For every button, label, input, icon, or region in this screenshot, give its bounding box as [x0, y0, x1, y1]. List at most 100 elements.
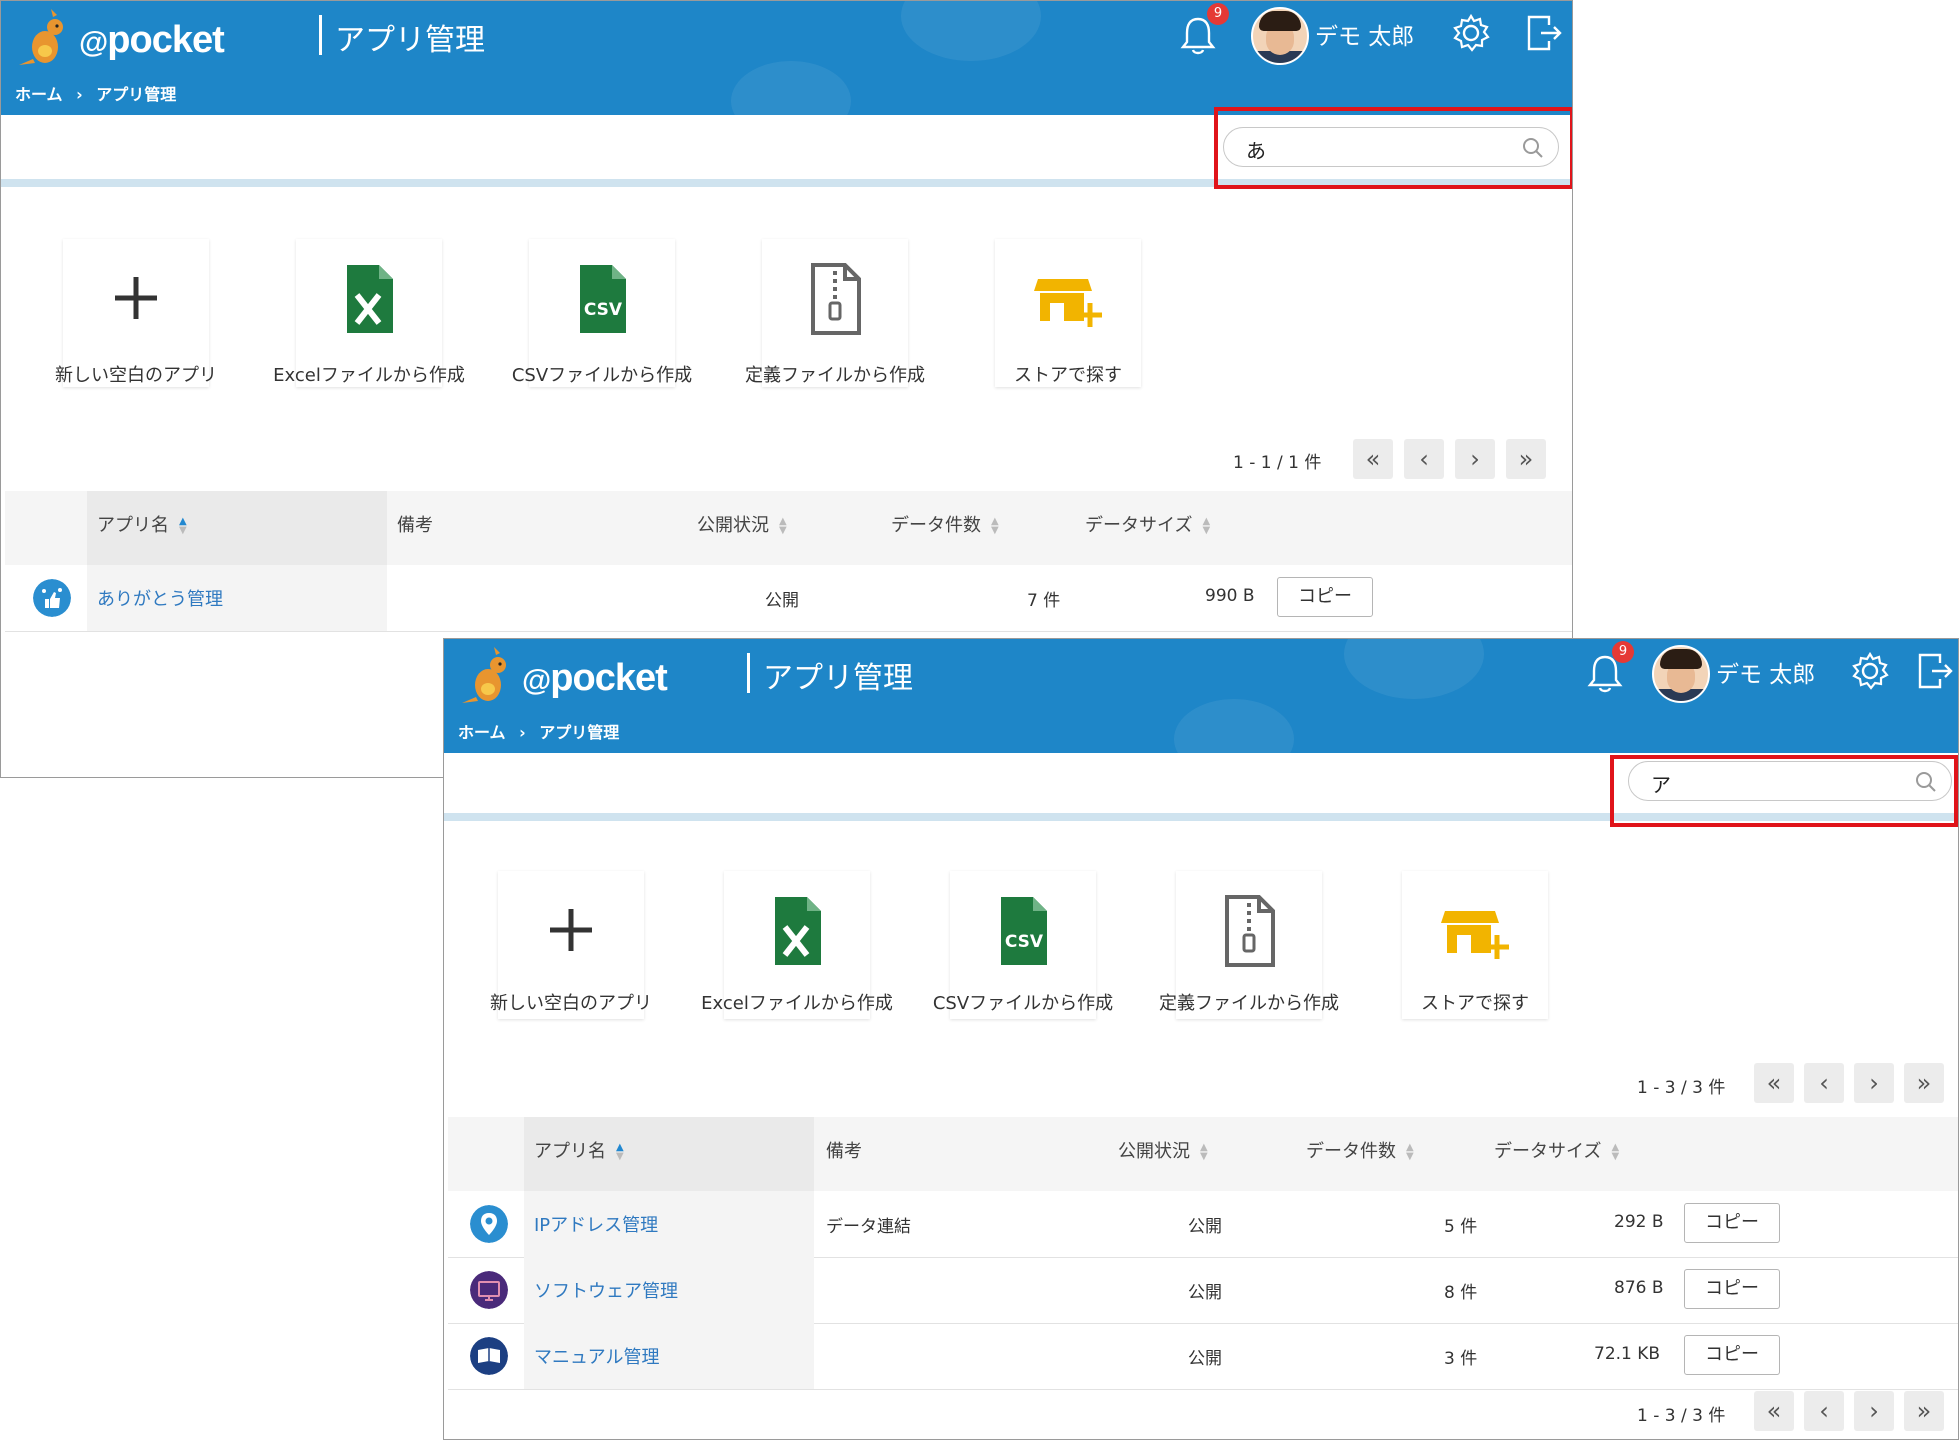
- store-label[interactable]: ストアで探す: [958, 361, 1178, 387]
- sort-icon[interactable]: ▲ ▼: [616, 1143, 624, 1162]
- app-name-link[interactable]: マニュアル管理: [534, 1343, 659, 1369]
- sort-icon[interactable]: ▲ ▼: [1611, 1143, 1619, 1162]
- sort-icon[interactable]: ▲ ▼: [1202, 517, 1210, 536]
- page-title: アプリ管理: [335, 23, 485, 58]
- zip-file-icon: [1225, 895, 1275, 967]
- prev-page-button[interactable]: ‹: [1804, 1063, 1844, 1103]
- screenshot-search-katakana: @pocket ホーム › アプリ管理 アプリ管理 9 デモ 太郎 ア 新しい空…: [443, 638, 1959, 1440]
- title-divider: [319, 15, 322, 55]
- table-header: アプリ名 ▲ ▼ 備考 公開状況 ▲ ▼ データ件数 ▲ ▼ データサイズ ▲ ▼: [5, 491, 1572, 565]
- definition-import-label[interactable]: 定義ファイルから作成: [725, 361, 945, 387]
- breadcrumb: ホーム › アプリ管理: [458, 719, 627, 743]
- app-name-link[interactable]: ありがとう管理: [97, 585, 223, 611]
- csv-import-label[interactable]: CSVファイルから作成: [913, 989, 1133, 1015]
- col-app-name[interactable]: アプリ名 ▲ ▼: [97, 511, 187, 537]
- prev-page-button[interactable]: ‹: [1804, 1391, 1844, 1431]
- app-note: データ連結: [826, 1217, 911, 1237]
- breadcrumb-sep: ›: [519, 723, 526, 742]
- pocket-logo[interactable]: @pocket: [15, 9, 255, 69]
- col-status[interactable]: 公開状況 ▲ ▼: [1118, 1137, 1208, 1163]
- app-count: 5 件: [1444, 1217, 1478, 1237]
- avatar[interactable]: [1251, 7, 1309, 65]
- excel-import-label[interactable]: Excelファイルから作成: [259, 361, 479, 387]
- copy-button[interactable]: コピー: [1684, 1203, 1780, 1243]
- software-monitor-icon: [470, 1271, 508, 1309]
- last-page-button[interactable]: »: [1506, 439, 1546, 479]
- app-size: 876 B: [1614, 1278, 1664, 1298]
- table-row[interactable]: IPアドレス管理 データ連結 公開 5 件 292 B コピー: [448, 1191, 1958, 1258]
- first-page-button[interactable]: «: [1754, 1391, 1794, 1431]
- next-page-button[interactable]: ›: [1455, 439, 1495, 479]
- last-page-button[interactable]: »: [1904, 1391, 1944, 1431]
- app-name-link[interactable]: IPアドレス管理: [534, 1211, 658, 1237]
- sort-icon[interactable]: ▲ ▼: [1200, 1143, 1208, 1162]
- col-note: 備考: [826, 1141, 862, 1162]
- gear-icon[interactable]: [1451, 13, 1491, 53]
- logout-icon[interactable]: [1914, 651, 1954, 691]
- user-name[interactable]: デモ 太郎: [1315, 17, 1414, 51]
- breadcrumb-home[interactable]: ホーム: [15, 85, 63, 104]
- avatar[interactable]: [1652, 645, 1710, 703]
- plus-icon: [550, 909, 592, 951]
- svg-text:CSV: CSV: [1005, 932, 1044, 952]
- next-page-button[interactable]: ›: [1854, 1391, 1894, 1431]
- app-name-link[interactable]: ソフトウェア管理: [534, 1277, 678, 1303]
- new-blank-app-label[interactable]: 新しい空白のアプリ: [26, 361, 246, 387]
- csv-file-icon: CSV: [580, 265, 626, 333]
- col-count[interactable]: データ件数 ▲ ▼: [891, 511, 999, 537]
- sort-icon[interactable]: ▲ ▼: [779, 517, 787, 536]
- breadcrumb: ホーム › アプリ管理: [15, 81, 184, 105]
- notification-badge: 9: [1612, 641, 1634, 663]
- col-app-name[interactable]: アプリ名 ▲ ▼: [534, 1137, 624, 1163]
- sort-icon[interactable]: ▲ ▼: [1406, 1143, 1414, 1162]
- manual-book-icon: [470, 1337, 508, 1375]
- pager-info: 1 - 3 / 3 件: [1637, 1078, 1726, 1098]
- store-icon: [1034, 279, 1102, 327]
- search-highlight-box: [1610, 755, 1958, 827]
- store-icon: [1441, 911, 1509, 959]
- definition-import-label[interactable]: 定義ファイルから作成: [1139, 989, 1359, 1015]
- breadcrumb-home[interactable]: ホーム: [458, 723, 506, 742]
- excel-import-label[interactable]: Excelファイルから作成: [687, 989, 907, 1015]
- breadcrumb-sep: ›: [76, 85, 83, 104]
- last-page-button[interactable]: »: [1904, 1063, 1944, 1103]
- first-page-button[interactable]: «: [1754, 1063, 1794, 1103]
- breadcrumb-current: アプリ管理: [539, 723, 620, 742]
- sort-icon[interactable]: ▲ ▼: [179, 517, 187, 536]
- app-count: 7 件: [1027, 591, 1061, 611]
- copy-button[interactable]: コピー: [1684, 1335, 1780, 1375]
- location-pin-icon: [470, 1205, 508, 1243]
- app-header: @pocket ホーム › アプリ管理 アプリ管理 9 デモ 太郎: [1, 1, 1572, 115]
- table-row[interactable]: ソフトウェア管理 公開 8 件 876 B コピー: [448, 1257, 1958, 1324]
- app-status: 公開: [1188, 1349, 1222, 1369]
- next-page-button[interactable]: ›: [1854, 1063, 1894, 1103]
- table-row[interactable]: ありがとう管理 公開 7 件 990 B コピー: [5, 565, 1572, 632]
- search-highlight-box: [1214, 107, 1572, 189]
- copy-button[interactable]: コピー: [1684, 1269, 1780, 1309]
- table-row[interactable]: マニュアル管理 公開 3 件 72.1 KB コピー: [448, 1323, 1958, 1390]
- store-label[interactable]: ストアで探す: [1365, 989, 1585, 1015]
- pager-info: 1 - 1 / 1 件: [1233, 453, 1322, 473]
- gear-icon[interactable]: [1850, 651, 1890, 691]
- brand-name: pocket: [550, 657, 667, 699]
- new-blank-app-label[interactable]: 新しい空白のアプリ: [461, 989, 681, 1015]
- sort-icon[interactable]: ▲ ▼: [991, 517, 999, 536]
- zip-file-icon: [811, 263, 861, 335]
- col-count[interactable]: データ件数 ▲ ▼: [1306, 1137, 1414, 1163]
- brand-name: pocket: [107, 19, 224, 61]
- logout-icon[interactable]: [1523, 13, 1563, 53]
- prev-page-button[interactable]: ‹: [1404, 439, 1444, 479]
- pocket-logo[interactable]: @pocket: [458, 647, 698, 707]
- col-size[interactable]: データサイズ ▲ ▼: [1085, 511, 1210, 537]
- col-size[interactable]: データサイズ ▲ ▼: [1494, 1137, 1619, 1163]
- user-name[interactable]: デモ 太郎: [1716, 655, 1815, 689]
- kangaroo-icon: [19, 9, 63, 65]
- kangaroo-icon: [462, 647, 506, 703]
- app-size: 292 B: [1614, 1212, 1664, 1232]
- csv-import-label[interactable]: CSVファイルから作成: [492, 361, 712, 387]
- thanks-app-icon: [33, 579, 71, 617]
- copy-button[interactable]: コピー: [1277, 577, 1373, 617]
- notification-badge: 9: [1207, 3, 1229, 25]
- col-status[interactable]: 公開状況 ▲ ▼: [697, 511, 787, 537]
- first-page-button[interactable]: «: [1353, 439, 1393, 479]
